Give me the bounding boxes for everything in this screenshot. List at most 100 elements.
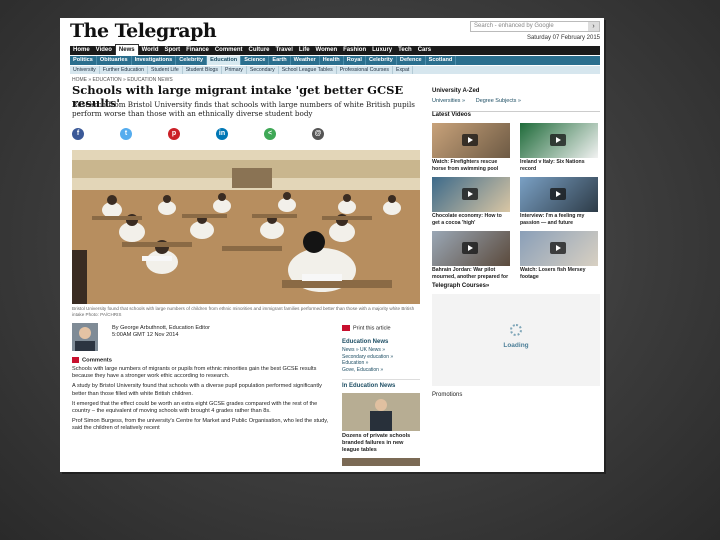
- video-caption[interactable]: Watch: Firefighters rescue horse from sw…: [432, 159, 510, 172]
- subnav-item-obituaries[interactable]: Obituaries: [97, 56, 132, 65]
- nav-item-life[interactable]: Life: [296, 46, 313, 55]
- nav-item-world[interactable]: World: [139, 46, 162, 55]
- subnav-item-health[interactable]: Health: [320, 56, 344, 65]
- subnav-item-politics[interactable]: Politics: [70, 56, 97, 65]
- body-paragraph: A study by Bristol University found that…: [72, 383, 322, 397]
- nav-item-video[interactable]: Video: [93, 46, 115, 55]
- facebook-icon[interactable]: f: [72, 128, 84, 140]
- section-item-student-blogs[interactable]: Student Blogs: [183, 66, 223, 74]
- nav-item-fashion[interactable]: Fashion: [340, 46, 369, 55]
- section-item-professional-courses[interactable]: Professional Courses: [337, 66, 393, 74]
- video-card[interactable]: Watch: Firefighters rescue horse from sw…: [432, 123, 510, 172]
- nav-item-home[interactable]: Home: [70, 46, 93, 55]
- latest-videos-heading: Latest Videos: [432, 112, 471, 118]
- photo-caption: Bristol University found that schools wi…: [72, 306, 415, 317]
- right-column: University A-Zed Universities » Degree S…: [432, 88, 600, 398]
- video-thumbnail[interactable]: [520, 123, 598, 158]
- video-caption[interactable]: Chocolate economy: How to get a cocoa 'h…: [432, 213, 510, 226]
- play-icon[interactable]: [462, 188, 478, 200]
- video-card[interactable]: Interview: I'm a feeling my passion — an…: [520, 177, 598, 226]
- twitter-icon[interactable]: t: [120, 128, 132, 140]
- nav-item-news[interactable]: News: [114, 44, 139, 55]
- print-link[interactable]: Print this article: [342, 325, 420, 331]
- nav-item-cars[interactable]: Cars: [415, 46, 434, 55]
- video-thumbnail[interactable]: [432, 231, 510, 266]
- play-icon[interactable]: [462, 134, 478, 146]
- nav-item-travel[interactable]: Travel: [273, 46, 296, 55]
- play-icon[interactable]: [550, 134, 566, 146]
- play-icon[interactable]: [462, 242, 478, 254]
- nav-item-comment[interactable]: Comment: [212, 46, 246, 55]
- play-icon[interactable]: [550, 242, 566, 254]
- search-placeholder: Search - enhanced by Google: [474, 23, 554, 29]
- video-grid: Watch: Firefighters rescue horse from sw…: [432, 123, 600, 280]
- secondary-nav: Politics Obituaries Investigations Celebrit…: [70, 56, 600, 65]
- subnav-item-celebrity[interactable]: Celebrity: [176, 56, 208, 65]
- video-caption[interactable]: Bahrain Jordan: War pilot mourned, anoth…: [432, 267, 510, 280]
- degree-subjects-link[interactable]: Degree Subjects »: [476, 98, 521, 104]
- comments-link[interactable]: Comments: [72, 357, 112, 364]
- subnav-item-defence[interactable]: Defence: [397, 56, 426, 65]
- masthead: The Telegraph Search - enhanced by Googl…: [70, 20, 600, 46]
- video-thumbnail[interactable]: [432, 123, 510, 158]
- comment-bubble-icon: [72, 357, 79, 363]
- subnav-item-earth[interactable]: Earth: [269, 56, 291, 65]
- section-item-school-league-tables[interactable]: School League Tables: [279, 66, 337, 74]
- video-caption[interactable]: Interview: I'm a feeling my passion — an…: [520, 213, 598, 226]
- related-story-thumbnail[interactable]: [342, 393, 420, 432]
- video-card[interactable]: Bahrain Jordan: War pilot mourned, anoth…: [432, 231, 510, 280]
- pinterest-icon[interactable]: p: [168, 128, 180, 140]
- primary-nav: Home Video News World Sport Finance Comment Cul…: [70, 44, 600, 55]
- share-icon[interactable]: <: [264, 128, 276, 140]
- video-caption[interactable]: Ireland v Italy: Six Nations record: [520, 159, 598, 172]
- byline-author[interactable]: By George Arbuthnott, Education Editor: [112, 325, 210, 332]
- article-standfirst: Research from Bristol University finds t…: [72, 100, 415, 118]
- nav-item-tech[interactable]: Tech: [395, 46, 415, 55]
- education-news-heading[interactable]: Education News: [342, 339, 420, 345]
- universities-link[interactable]: Universities »: [432, 98, 465, 104]
- subnav-item-science[interactable]: Science: [241, 56, 270, 65]
- nav-item-culture[interactable]: Culture: [246, 46, 273, 55]
- tertiary-nav: University Further Education Student Life S…: [70, 66, 600, 74]
- play-icon[interactable]: [550, 188, 566, 200]
- section-item-expat[interactable]: Expat: [393, 66, 414, 74]
- related-link[interactable]: Gove, Education »: [342, 367, 420, 374]
- loading-spinner-icon: [510, 324, 522, 336]
- section-item-university[interactable]: University: [70, 66, 100, 74]
- section-item-student-life[interactable]: Student Life: [148, 66, 183, 74]
- nav-item-sport[interactable]: Sport: [161, 46, 183, 55]
- section-item-secondary[interactable]: Secondary: [247, 66, 279, 74]
- video-card[interactable]: Ireland v Italy: Six Nations record: [520, 123, 598, 172]
- comments-label: Comments: [82, 357, 112, 364]
- article-body: Schools with large numbers of migrants o…: [72, 366, 330, 436]
- subnav-item-education[interactable]: Education: [207, 56, 242, 65]
- telegraph-logo[interactable]: The Telegraph: [70, 20, 217, 42]
- video-card[interactable]: Chocolate economy: How to get a cocoa 'h…: [432, 177, 510, 226]
- related-story-strip: [342, 458, 420, 467]
- printer-icon: [342, 325, 350, 331]
- video-caption[interactable]: Watch: Losers fish Mersey footage: [520, 267, 598, 280]
- in-education-heading: In Education News: [342, 383, 396, 390]
- search-button[interactable]: ›: [588, 22, 599, 31]
- subnav-item-celebrity[interactable]: Celebrity: [366, 56, 397, 65]
- telegraph-courses-heading[interactable]: Telegraph Courses»: [432, 283, 600, 289]
- nav-item-luxury[interactable]: Luxury: [369, 46, 395, 55]
- video-thumbnail[interactable]: [520, 177, 598, 212]
- email-icon[interactable]: @: [312, 128, 324, 140]
- video-thumbnail[interactable]: [432, 177, 510, 212]
- subnav-item-scotland[interactable]: Scotland: [426, 56, 457, 65]
- courses-widget: Loading: [432, 294, 600, 386]
- section-item-further-education[interactable]: Further Education: [100, 66, 149, 74]
- linkedin-icon[interactable]: in: [216, 128, 228, 140]
- loading-label: Loading: [503, 342, 529, 349]
- subnav-item-royal[interactable]: Royal: [344, 56, 366, 65]
- search-input[interactable]: Search - enhanced by Google ›: [470, 21, 600, 32]
- related-story-caption[interactable]: Dozens of private schools branded failur…: [342, 433, 420, 454]
- video-thumbnail[interactable]: [520, 231, 598, 266]
- subnav-item-investigations[interactable]: Investigations: [132, 56, 177, 65]
- nav-item-finance[interactable]: Finance: [183, 46, 212, 55]
- subnav-item-weather[interactable]: Weather: [291, 56, 320, 65]
- video-card[interactable]: Watch: Losers fish Mersey footage: [520, 231, 598, 280]
- section-item-primary[interactable]: Primary: [222, 66, 247, 74]
- nav-item-women[interactable]: Women: [313, 46, 341, 55]
